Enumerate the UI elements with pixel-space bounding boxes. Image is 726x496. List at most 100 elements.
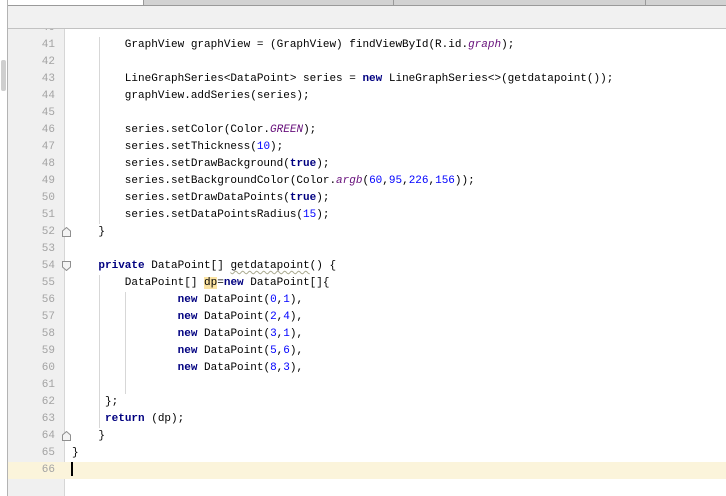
fold-marker-down-icon[interactable] [62, 258, 72, 275]
line-number[interactable]: 56 [8, 292, 65, 309]
code-text[interactable]: GraphView graphView = (GraphView) findVi… [72, 37, 726, 54]
code-line: 41 GraphView graphView = (GraphView) fin… [8, 37, 726, 54]
line-number[interactable]: 46 [8, 122, 65, 139]
line-number[interactable]: 63 [8, 411, 65, 428]
fold-column [65, 190, 72, 207]
code-text[interactable]: series.setThickness(10); [72, 139, 726, 156]
code-text[interactable] [71, 462, 726, 479]
code-line: 53 [8, 241, 726, 258]
code-line: 56 new DataPoint(0,1), [8, 292, 726, 309]
fold-column [65, 462, 72, 479]
code-text[interactable]: series.setDrawDataPoints(true); [72, 190, 726, 207]
code-text[interactable] [72, 29, 726, 37]
code-text[interactable]: new DataPoint(8,3), [72, 360, 726, 377]
code-line: 66 [8, 462, 726, 479]
line-number[interactable]: 52 [8, 224, 65, 241]
code-editor: 4041 GraphView graphView = (GraphView) f… [8, 29, 726, 496]
code-line: 55 DataPoint[] dp=new DataPoint[]{ [8, 275, 726, 292]
code-text[interactable]: LineGraphSeries<DataPoint> series = new … [72, 71, 726, 88]
left-panel-scrollbar-thumb[interactable] [1, 60, 6, 91]
fold-column [65, 71, 72, 88]
code-line: 47 series.setThickness(10); [8, 139, 726, 156]
code-text[interactable] [72, 241, 726, 258]
code-text[interactable] [72, 105, 726, 122]
fold-column [65, 173, 72, 190]
line-number[interactable]: 45 [8, 105, 65, 122]
code-text[interactable]: new DataPoint(3,1), [72, 326, 726, 343]
code-line: 65} [8, 445, 726, 462]
line-number[interactable]: 40 [8, 29, 65, 37]
code-text[interactable]: } [72, 445, 726, 462]
code-text[interactable]: return (dp); [72, 411, 726, 428]
fold-column [65, 343, 72, 360]
fold-marker-up-icon[interactable] [62, 224, 72, 241]
code-rows: 4041 GraphView graphView = (GraphView) f… [8, 29, 726, 479]
code-line: 64 } [8, 428, 726, 445]
code-line: 63 return (dp); [8, 411, 726, 428]
line-number[interactable]: 54 [8, 258, 65, 275]
line-number[interactable]: 44 [8, 88, 65, 105]
indent-guide [98, 275, 100, 428]
fold-column [65, 105, 72, 122]
fold-column [65, 207, 72, 224]
code-text[interactable] [72, 54, 726, 71]
code-text[interactable]: new DataPoint(5,6), [72, 343, 726, 360]
code-line: 59 new DataPoint(5,6), [8, 343, 726, 360]
fold-column [65, 139, 72, 156]
indent-guide [125, 292, 127, 394]
code-line: 60 new DataPoint(8,3), [8, 360, 726, 377]
line-number[interactable]: 48 [8, 156, 65, 173]
left-panel-edge [0, 0, 8, 496]
line-number[interactable]: 49 [8, 173, 65, 190]
code-text[interactable]: } [72, 428, 726, 445]
code-text[interactable]: series.setBackgroundColor(Color.argb(60,… [72, 173, 726, 190]
line-number[interactable]: 60 [8, 360, 65, 377]
code-line: 43 LineGraphSeries<DataPoint> series = n… [8, 71, 726, 88]
line-number[interactable]: 66 [8, 462, 65, 479]
ide-editor-screen: 4041 GraphView graphView = (GraphView) f… [0, 0, 726, 496]
inactive-tabs-area[interactable] [143, 0, 726, 5]
code-text[interactable]: } [72, 224, 726, 241]
line-number[interactable]: 65 [8, 445, 65, 462]
line-number[interactable]: 53 [8, 241, 65, 258]
tab-separator [393, 0, 394, 5]
code-text[interactable]: graphView.addSeries(series); [72, 88, 726, 105]
line-number[interactable]: 64 [8, 428, 65, 445]
code-text[interactable]: series.setColor(Color.GREEN); [72, 122, 726, 139]
code-text[interactable]: private DataPoint[] getdatapoint() { [72, 258, 726, 275]
tab-separator [645, 0, 646, 5]
line-number[interactable]: 51 [8, 207, 65, 224]
line-number[interactable]: 57 [8, 309, 65, 326]
line-number[interactable]: 43 [8, 71, 65, 88]
line-number[interactable]: 41 [8, 37, 65, 54]
code-line: 45 [8, 105, 726, 122]
line-number[interactable]: 59 [8, 343, 65, 360]
code-text[interactable]: new DataPoint(0,1), [72, 292, 726, 309]
code-text[interactable]: new DataPoint(2,4), [72, 309, 726, 326]
code-text[interactable]: DataPoint[] dp=new DataPoint[]{ [72, 275, 726, 292]
fold-marker-up-icon[interactable] [62, 428, 72, 445]
code-line: 48 series.setDrawBackground(true); [8, 156, 726, 173]
line-number[interactable]: 61 [8, 377, 65, 394]
code-line: 54 private DataPoint[] getdatapoint() { [8, 258, 726, 275]
code-line: 52 } [8, 224, 726, 241]
line-number[interactable]: 62 [8, 394, 65, 411]
code-line: 49 series.setBackgroundColor(Color.argb(… [8, 173, 726, 190]
code-text[interactable]: series.setDrawBackground(true); [72, 156, 726, 173]
fold-column [65, 292, 72, 309]
line-number[interactable]: 47 [8, 139, 65, 156]
line-number[interactable]: 42 [8, 54, 65, 71]
fold-column [65, 394, 72, 411]
fold-column [65, 88, 72, 105]
code-line: 62 }; [8, 394, 726, 411]
line-number[interactable]: 58 [8, 326, 65, 343]
code-line: 42 [8, 54, 726, 71]
code-text[interactable]: }; [72, 394, 726, 411]
code-text[interactable]: series.setDataPointsRadius(15); [72, 207, 726, 224]
fold-column [65, 54, 72, 71]
code-text[interactable] [72, 377, 726, 394]
line-number[interactable]: 55 [8, 275, 65, 292]
fold-column [65, 360, 72, 377]
fold-column [65, 37, 72, 54]
line-number[interactable]: 50 [8, 190, 65, 207]
